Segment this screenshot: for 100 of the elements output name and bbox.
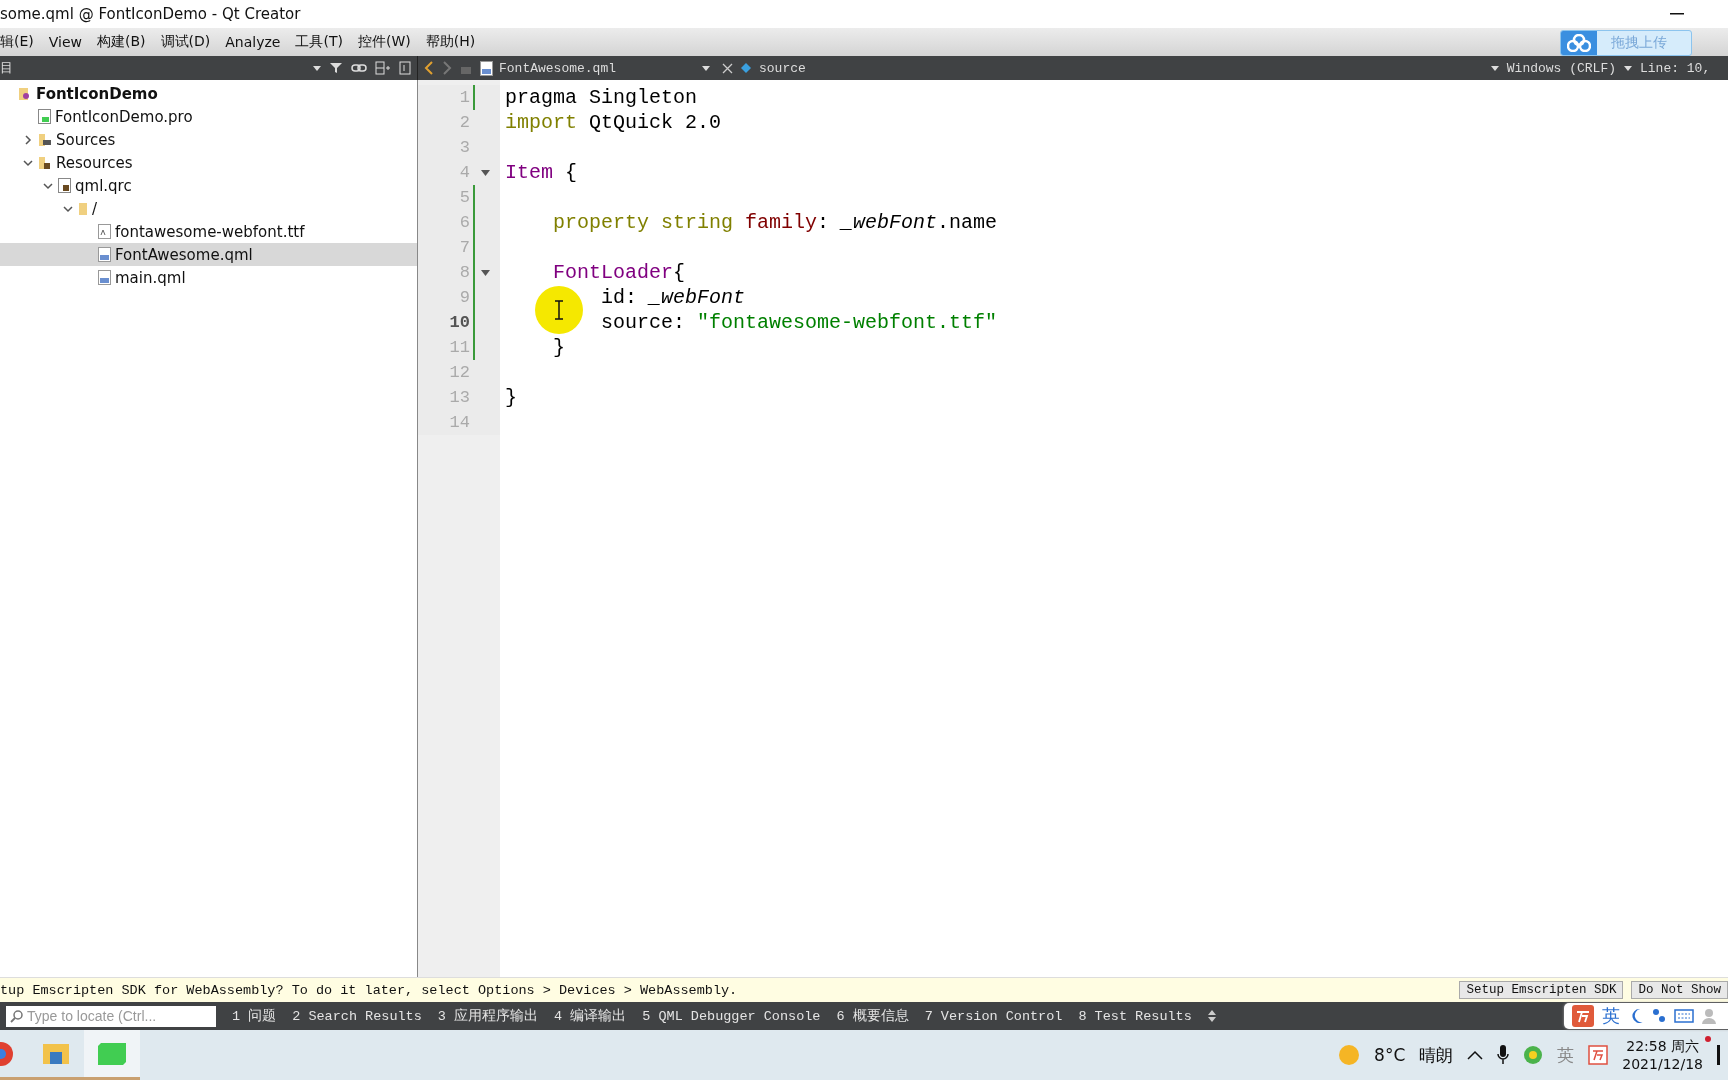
tree-item[interactable]: Sources xyxy=(0,128,417,151)
qml-file-icon xyxy=(480,60,493,76)
back-icon[interactable] xyxy=(424,61,434,75)
output-pane-tab[interactable]: 2 Search Results xyxy=(292,1008,422,1024)
cursor-position: Line: 10, xyxy=(1640,60,1712,76)
chevron-right-icon[interactable] xyxy=(22,133,34,146)
caret-icon[interactable] xyxy=(313,65,321,71)
minimize-icon[interactable] xyxy=(1670,13,1684,15)
caret-icon[interactable] xyxy=(1490,65,1499,71)
tree-item[interactable]: / xyxy=(0,197,417,220)
code-line: property string family: _webFont.name xyxy=(553,210,998,235)
line-number: 9 xyxy=(458,288,470,307)
caret-icon[interactable] xyxy=(702,65,710,71)
cloud-icon xyxy=(1567,34,1591,52)
clock-date[interactable]: 2021/12/18 xyxy=(1622,1056,1703,1072)
app-logo-icon[interactable] xyxy=(1572,1005,1594,1027)
panel-title: 目 xyxy=(0,59,13,77)
qml-file-icon xyxy=(98,247,111,262)
line-number: 11 xyxy=(448,338,470,357)
folder-icon[interactable] xyxy=(42,1041,70,1066)
output-pane-tab[interactable]: 3 应用程序输出 xyxy=(437,1007,539,1025)
language-indicator[interactable]: 英 xyxy=(1602,1004,1620,1028)
clock-time[interactable]: 22:58 周六 xyxy=(1626,1038,1700,1056)
tree-item[interactable]: FontIconDemo.pro xyxy=(0,105,417,128)
folder-icon xyxy=(78,201,88,216)
file-lock-icon xyxy=(58,178,71,193)
line-number: 3 xyxy=(458,138,470,157)
notification-dot-icon xyxy=(1705,1036,1711,1042)
line-number: 13 xyxy=(448,388,470,407)
browser-icon[interactable] xyxy=(0,1040,14,1067)
link-icon[interactable] xyxy=(351,62,367,74)
line-number: 12 xyxy=(448,363,470,382)
file-icon xyxy=(38,109,51,124)
line-number: 7 xyxy=(458,238,470,257)
code-line: FontLoader{ xyxy=(553,260,686,285)
menu-item[interactable]: 调试(D) xyxy=(160,31,211,53)
close-panel-icon[interactable] xyxy=(399,61,411,75)
menu-item[interactable]: 构建(B) xyxy=(97,31,146,53)
weather-text: 晴朗 xyxy=(1419,1043,1454,1067)
split-icon[interactable] xyxy=(375,61,391,75)
menu-item[interactable]: 帮助(H) xyxy=(425,31,476,53)
tree-item[interactable]: main.qml xyxy=(0,266,417,289)
tree-item[interactable]: fontawesome-webfont.ttf xyxy=(0,220,417,243)
window-title: some.qml @ FontIconDemo - Qt Creator xyxy=(0,5,301,23)
code-line: source: "fontawesome-webfont.ttf" xyxy=(601,310,998,335)
up-down-icon[interactable] xyxy=(1207,1010,1216,1022)
line-number: 1 xyxy=(458,88,470,107)
search-icon xyxy=(10,1009,23,1023)
caret-icon[interactable] xyxy=(1624,65,1632,71)
filter-icon[interactable] xyxy=(329,61,343,75)
output-pane-tab[interactable]: 7 Version Control xyxy=(924,1008,1063,1024)
line-number: 2 xyxy=(458,113,470,132)
code-line: } xyxy=(505,385,517,410)
tree-item[interactable]: Resources xyxy=(0,151,417,174)
menu-item[interactable]: View xyxy=(48,32,82,52)
menu-item[interactable]: 控件(W) xyxy=(357,31,411,53)
menu-item[interactable]: 工具(T) xyxy=(295,31,343,53)
tree-item[interactable]: qml.qrc xyxy=(0,174,417,197)
menu-item[interactable]: 辑(E) xyxy=(0,31,34,53)
keyboard-icon[interactable] xyxy=(1674,1009,1694,1023)
line-number: 5 xyxy=(458,188,470,207)
output-pane-tab[interactable]: 5 QML Debugger Console xyxy=(642,1008,821,1024)
symbol-icon xyxy=(741,63,751,73)
app-tray-icon[interactable] xyxy=(1588,1045,1609,1065)
info-button[interactable]: Setup Emscripten SDK xyxy=(1459,981,1624,999)
info-button[interactable]: Do Not Show xyxy=(1631,981,1728,999)
menu-item[interactable]: Analyze xyxy=(225,32,281,52)
output-pane-tab[interactable]: 1 问题 xyxy=(232,1007,277,1025)
file-icon xyxy=(98,224,111,239)
line-number: 4 xyxy=(458,163,470,182)
line-number: 14 xyxy=(448,413,470,432)
tree-item[interactable]: FontIconDemo xyxy=(0,82,417,105)
output-pane-tab[interactable]: 6 概要信息 xyxy=(836,1007,909,1025)
code-line: Item { xyxy=(505,160,578,185)
line-number: 10 xyxy=(448,313,470,332)
folder-icon xyxy=(38,132,52,147)
punctuation-icon[interactable] xyxy=(1652,1008,1666,1024)
encoding-selector[interactable]: Windows (CRLF) xyxy=(1506,60,1616,76)
output-pane-tab[interactable]: 4 编译输出 xyxy=(554,1007,627,1025)
close-icon[interactable] xyxy=(722,62,733,74)
qml-file-icon xyxy=(98,270,111,285)
code-line: pragma Singleton xyxy=(505,85,698,110)
chevron-up-icon[interactable] xyxy=(1467,1050,1484,1060)
code-line: import QtQuick 2.0 xyxy=(505,110,722,135)
code-line: id: _webFont xyxy=(601,285,746,310)
info-message: tup Emscripten SDK for WebAssembly? To do it later, select Options > Devices > WebAssembly. xyxy=(0,982,738,998)
locator-field[interactable]: Type to locate (Ctrl... xyxy=(6,1005,216,1027)
microphone-icon[interactable] xyxy=(1497,1045,1510,1065)
symbol-selector[interactable]: source xyxy=(759,60,806,76)
tree-item[interactable]: FontAwesome.qml xyxy=(0,243,417,266)
fold-icon[interactable] xyxy=(480,169,490,176)
temperature: 8°C xyxy=(1374,1045,1406,1065)
fold-icon[interactable] xyxy=(480,269,490,276)
change-marker xyxy=(473,85,475,110)
line-number: 8 xyxy=(458,263,470,282)
text-cursor-icon xyxy=(555,300,563,320)
code-line: } xyxy=(553,335,565,360)
folder-lock-icon xyxy=(38,155,52,170)
output-pane-tab[interactable]: 8 Test Results xyxy=(1078,1008,1192,1024)
file-selector[interactable]: FontAwesome.qml xyxy=(480,60,714,76)
